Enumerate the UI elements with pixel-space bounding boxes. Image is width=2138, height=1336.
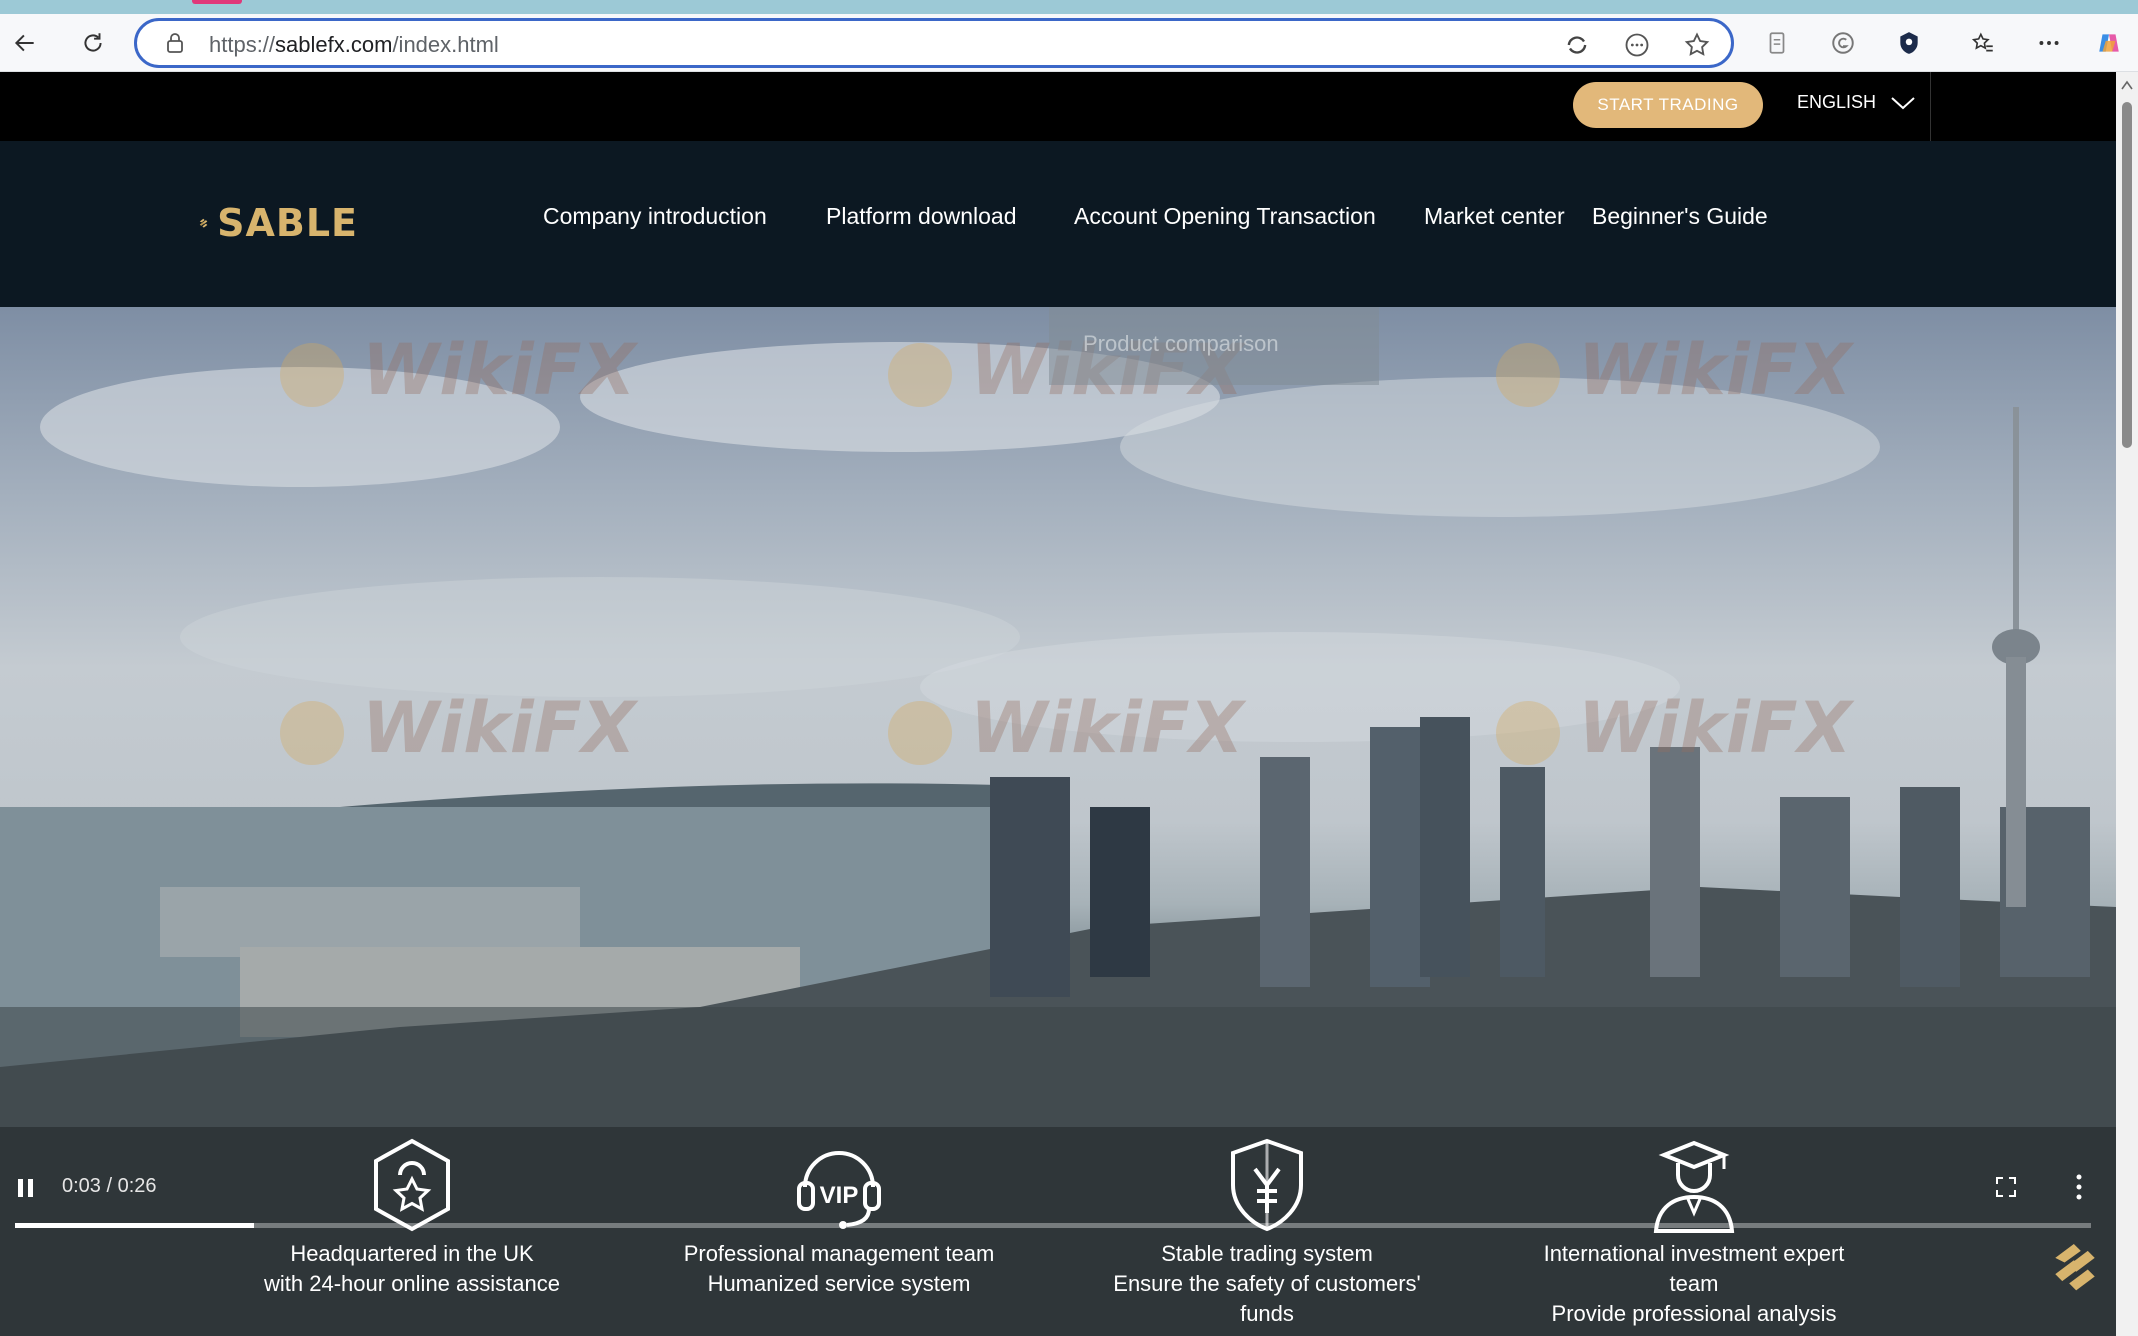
grammarly-icon[interactable] — [1826, 26, 1860, 60]
pause-icon[interactable] — [16, 1177, 36, 1199]
feature-line: Ensure the safety of customers' — [1113, 1271, 1421, 1296]
wikifx-logo-icon — [280, 700, 344, 765]
wikifx-logo-icon — [1496, 700, 1560, 765]
favorites-icon[interactable] — [1966, 26, 2000, 60]
feature-line: with 24-hour online assistance — [264, 1271, 560, 1296]
extension-shield-icon[interactable] — [1892, 26, 1926, 60]
feature-trading-system: Stable trading system Ensure the safety … — [1102, 1135, 1432, 1329]
wikifx-logo-icon — [1496, 342, 1560, 407]
browser-toolbar: https://sablefx.com/index.html — [0, 14, 2138, 72]
nav-company-introduction[interactable]: Company introduction — [543, 203, 767, 230]
scroll-up-icon[interactable] — [2121, 80, 2133, 90]
yen-shield-icon — [1231, 1138, 1303, 1232]
nav-platform-download[interactable]: Platform download — [826, 203, 1017, 230]
more-tools-icon[interactable] — [1623, 31, 1651, 59]
feature-line: Stable trading system — [1161, 1241, 1373, 1266]
nav-market-center[interactable]: Market center — [1424, 203, 1565, 230]
lock-icon[interactable] — [163, 31, 187, 55]
feature-line: Provide professional analysis — [1551, 1301, 1837, 1326]
copilot-read-icon[interactable] — [1563, 31, 1591, 59]
copilot-icon[interactable] — [2092, 26, 2126, 60]
address-bar[interactable]: https://sablefx.com/index.html — [134, 18, 1734, 68]
wikifx-watermark: WikiFX — [280, 687, 636, 769]
feature-line: funds — [1240, 1301, 1294, 1326]
wikifx-watermark: WikiFX — [888, 687, 1244, 769]
graduate-expert-icon — [1653, 1140, 1735, 1233]
active-tab-indicator — [192, 0, 242, 4]
back-icon[interactable] — [8, 26, 42, 60]
floating-logo-icon[interactable] — [2046, 1237, 2104, 1295]
video-more-icon[interactable] — [2074, 1173, 2084, 1201]
feature-headquarters: Headquartered in the UK with 24-hour onl… — [247, 1135, 577, 1299]
brand-name: SABLE — [217, 201, 358, 245]
wikifx-watermark: WikiFX — [1496, 687, 1852, 769]
feature-expert-team: International investment expert team Pro… — [1529, 1135, 1859, 1329]
account-dropdown-menu: Product comparison — [1049, 307, 1379, 385]
favorite-star-icon[interactable] — [1683, 31, 1711, 59]
divider — [1930, 72, 1931, 141]
chevron-down-icon[interactable] — [1890, 94, 1916, 112]
video-time: 0:03 / 0:26 — [62, 1175, 157, 1197]
svg-text:VIP: VIP — [820, 1182, 859, 1209]
headquarters-star-icon — [374, 1138, 450, 1232]
site-top-bar: START TRADING ENGLISH — [0, 72, 2116, 141]
logo-mark-icon — [199, 218, 208, 228]
feature-line: Professional management team — [683, 1241, 995, 1266]
browser-tab-strip — [0, 0, 2138, 14]
vip-headset-icon: VIP — [797, 1151, 881, 1229]
url-text[interactable]: https://sablefx.com/index.html — [209, 32, 499, 58]
start-trading-button[interactable]: START TRADING — [1573, 82, 1763, 128]
main-navigation: SABLE Company introduction Platform down… — [0, 141, 2116, 307]
wikifx-watermark: WikiFX — [280, 329, 636, 411]
language-selector[interactable]: ENGLISH — [1797, 92, 1876, 113]
wikifx-logo-icon — [888, 700, 952, 765]
scrollbar-thumb[interactable] — [2122, 102, 2132, 448]
dropdown-item-product-comparison[interactable]: Product comparison — [1083, 331, 1279, 357]
nav-account-opening-transaction[interactable]: Account Opening Transaction — [1074, 203, 1376, 230]
nav-beginners-guide[interactable]: Beginner's Guide — [1592, 203, 1768, 230]
refresh-icon[interactable] — [76, 26, 110, 60]
wikifx-logo-icon — [280, 342, 344, 407]
wikifx-watermark: WikiFX — [1496, 329, 1852, 411]
video-progress-fill — [15, 1223, 254, 1228]
sable-logo[interactable]: SABLE — [198, 193, 358, 253]
menu-dots-icon[interactable] — [2032, 26, 2066, 60]
feature-line: International investment expert — [1543, 1241, 1845, 1266]
reading-view-icon[interactable] — [1760, 26, 1794, 60]
page-scrollbar[interactable] — [2116, 72, 2138, 1336]
fullscreen-icon[interactable] — [1994, 1175, 2018, 1199]
hero-video[interactable]: WikiFX WikiFX WikiFX WikiFX WikiFX WikiF… — [0, 307, 2116, 1336]
video-progress-bar[interactable] — [15, 1223, 2091, 1228]
wikifx-logo-icon — [888, 342, 952, 407]
feature-line: Headquartered in the UK — [290, 1241, 534, 1266]
feature-line: Humanized service system — [707, 1271, 971, 1296]
feature-management-team: VIP Professional management team Humaniz… — [674, 1135, 1004, 1299]
feature-line: team — [1669, 1271, 1719, 1296]
